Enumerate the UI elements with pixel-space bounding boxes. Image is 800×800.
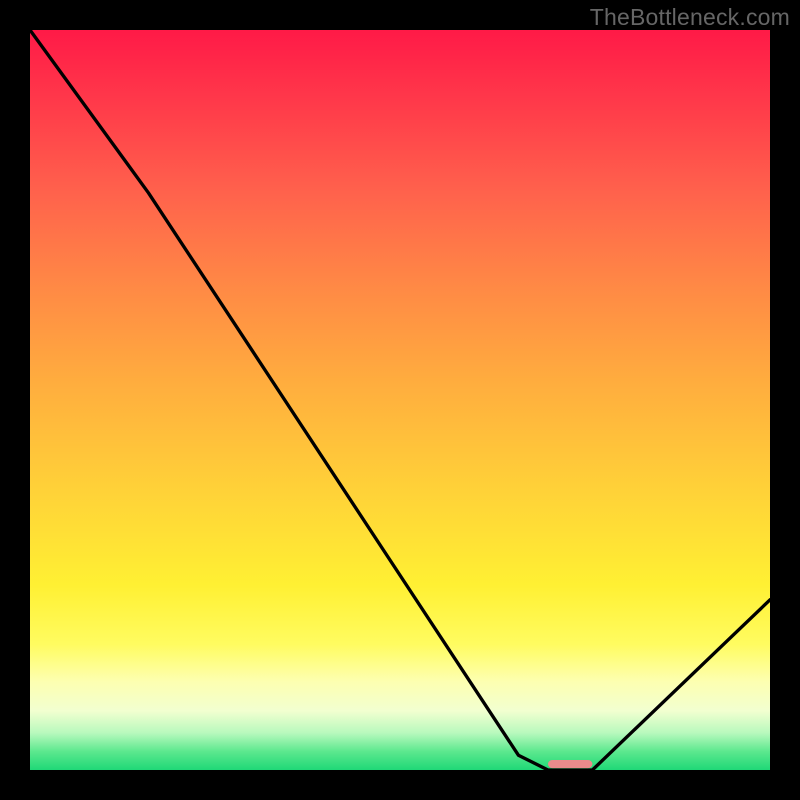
chart-svg bbox=[30, 30, 770, 770]
curve-path bbox=[30, 30, 770, 770]
watermark-text: TheBottleneck.com bbox=[590, 4, 790, 31]
chart-container: TheBottleneck.com bbox=[0, 0, 800, 800]
marker-bar bbox=[548, 760, 592, 768]
plot-area bbox=[30, 30, 770, 770]
